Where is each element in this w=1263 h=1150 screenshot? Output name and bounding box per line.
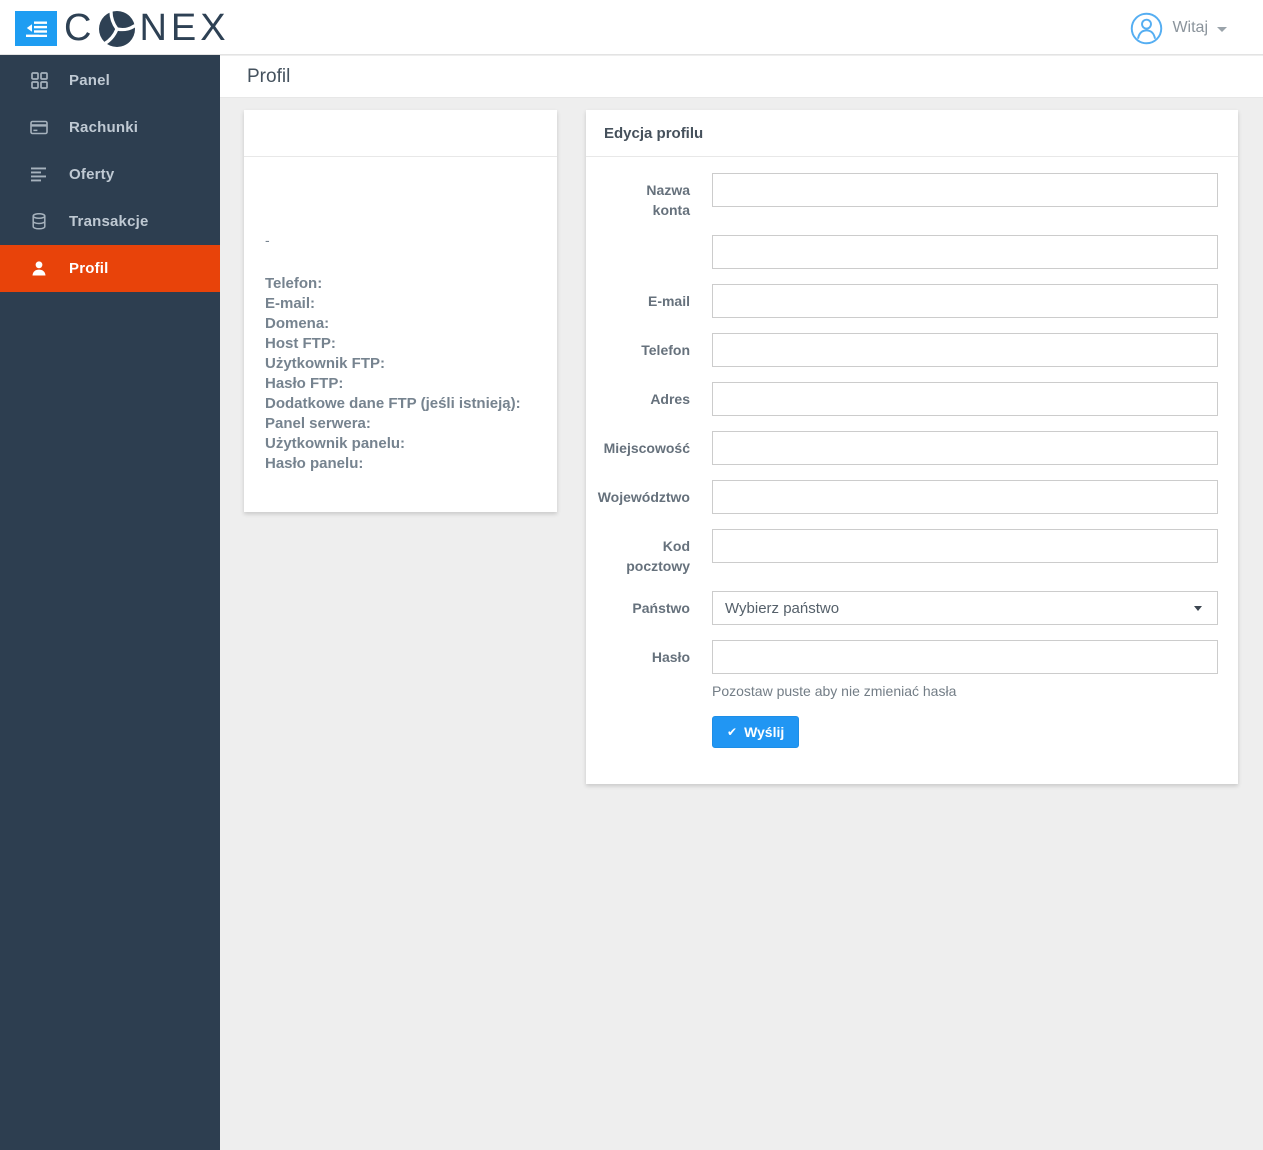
info-label-haslo-ftp: Hasło FTP: bbox=[265, 375, 344, 392]
password-help-text: Pozostaw puste aby nie zmieniać hasła bbox=[712, 683, 957, 699]
user-menu[interactable]: Witaj bbox=[1130, 8, 1227, 48]
page-title: Profil bbox=[247, 65, 291, 87]
submit-button-label: Wyślij bbox=[744, 724, 785, 740]
chevron-down-icon bbox=[1217, 26, 1227, 32]
main-content: - Telefon: E-mail: Domena: Host FTP: Uży… bbox=[220, 98, 1263, 1150]
sidebar-item-panel[interactable]: Panel bbox=[0, 57, 220, 104]
sidebar-item-label: Panel bbox=[69, 72, 111, 89]
info-label-domena: Domena: bbox=[265, 315, 330, 332]
sidebar-item-label: Transakcje bbox=[69, 213, 149, 230]
database-icon bbox=[30, 213, 48, 230]
postal-code-input[interactable] bbox=[712, 529, 1218, 563]
field-label: Hasło bbox=[651, 649, 690, 665]
list-icon bbox=[30, 167, 48, 182]
sidebar: Panel Rachunki Oferty Transakcje Profil bbox=[0, 55, 220, 1150]
account-name-placeholder: - bbox=[265, 232, 270, 248]
field-label: Województwo bbox=[597, 489, 690, 505]
field-label: Państwo bbox=[632, 600, 690, 616]
field-label: E-mail bbox=[647, 293, 690, 309]
info-label-telefon: Telefon: bbox=[265, 275, 323, 292]
brand-logo: C NEX bbox=[64, 4, 230, 52]
sidebar-collapse-icon bbox=[25, 21, 47, 37]
info-label-uzytkownik-panelu: Użytkownik panelu: bbox=[265, 435, 406, 452]
profile-info-card-header bbox=[244, 110, 557, 157]
field-label: Adres bbox=[650, 391, 690, 407]
info-label-panel-serwera: Panel serwera: bbox=[265, 415, 371, 432]
brand-text-suffix: NEX bbox=[139, 6, 230, 49]
account-name-input[interactable] bbox=[712, 173, 1218, 207]
info-label-uzytkownik-ftp: Użytkownik FTP: bbox=[265, 355, 386, 372]
sidebar-item-profil[interactable]: Profil bbox=[0, 245, 220, 292]
sidebar-item-transakcje[interactable]: Transakcje bbox=[0, 198, 220, 245]
info-label-dodatkowe-dane-ftp: Dodatkowe dane FTP (jeśli istnieją): bbox=[265, 395, 521, 412]
app-root: C NEX Witaj Panel Rachunki Oferty Transa… bbox=[0, 0, 1263, 1150]
form-row-panstwo: Państwo Wybierz państwo bbox=[586, 591, 1218, 625]
user-icon bbox=[30, 261, 48, 276]
field-label: Telefon bbox=[641, 342, 690, 358]
submit-button[interactable]: ✔ Wyślij bbox=[712, 716, 800, 748]
profile-info-spacer bbox=[265, 177, 537, 232]
profile-info-gap bbox=[265, 252, 537, 274]
info-label-host-ftp: Host FTP: bbox=[265, 335, 336, 352]
page-title-bar: Profil bbox=[220, 56, 1263, 98]
field-label: Miejscowość bbox=[603, 440, 690, 456]
unlabeled-input[interactable] bbox=[712, 235, 1218, 269]
profile-info-card-body: - Telefon: E-mail: Domena: Host FTP: Uży… bbox=[244, 157, 557, 474]
check-icon: ✔ bbox=[727, 725, 738, 739]
profile-edit-card-header: Edycja profilu bbox=[586, 110, 1238, 157]
province-input[interactable] bbox=[712, 480, 1218, 514]
address-input[interactable] bbox=[712, 382, 1218, 416]
sidebar-item-oferty[interactable]: Oferty bbox=[0, 151, 220, 198]
form-row-kod-pocztowy: Kod pocztowy bbox=[586, 529, 1218, 576]
sidebar-item-label: Profil bbox=[69, 260, 109, 277]
brand-o-mark-icon bbox=[97, 9, 137, 49]
form-row-unlabeled bbox=[586, 235, 1218, 269]
form-row-wojewodztwo: Województwo bbox=[586, 480, 1218, 514]
form-row-telefon: Telefon bbox=[586, 333, 1218, 367]
profile-info-card: - Telefon: E-mail: Domena: Host FTP: Uży… bbox=[244, 110, 557, 512]
form-row-haslo: Hasło Pozostaw puste aby nie zmieniać ha… bbox=[586, 640, 1218, 701]
country-select[interactable]: Wybierz państwo bbox=[712, 591, 1218, 625]
avatar-icon bbox=[1130, 12, 1163, 45]
field-label bbox=[586, 235, 690, 269]
email-input[interactable] bbox=[712, 284, 1218, 318]
top-header: C NEX Witaj bbox=[0, 0, 1263, 55]
phone-input[interactable] bbox=[712, 333, 1218, 367]
profile-edit-form: Nazwa konta E-mail Telefon Adres Miejsco… bbox=[586, 157, 1238, 784]
sidebar-toggle-button[interactable] bbox=[15, 11, 57, 46]
edit-card-title: Edycja profilu bbox=[604, 124, 704, 142]
field-label: Nazwa konta bbox=[646, 182, 690, 218]
brand-text-prefix: C bbox=[64, 6, 96, 49]
city-input[interactable] bbox=[712, 431, 1218, 465]
password-input[interactable] bbox=[712, 640, 1218, 674]
select-caret-icon bbox=[1194, 605, 1202, 611]
field-label: Kod pocztowy bbox=[626, 538, 690, 574]
profile-edit-card: Edycja profilu Nazwa konta E-mail Telefo… bbox=[586, 110, 1238, 784]
greeting-label: Witaj bbox=[1172, 19, 1208, 36]
sidebar-item-label: Oferty bbox=[69, 166, 115, 183]
form-row-nazwa-konta: Nazwa konta bbox=[586, 173, 1218, 220]
form-row-email: E-mail bbox=[586, 284, 1218, 318]
country-select-value: Wybierz państwo bbox=[725, 599, 840, 617]
form-row-miejscowosc: Miejscowość bbox=[586, 431, 1218, 465]
form-actions: ✔ Wyślij bbox=[712, 716, 1218, 748]
info-label-haslo-panelu: Hasło panelu: bbox=[265, 455, 364, 472]
grid-icon bbox=[30, 72, 48, 89]
sidebar-item-rachunki[interactable]: Rachunki bbox=[0, 104, 220, 151]
info-label-email: E-mail: bbox=[265, 295, 316, 312]
sidebar-item-label: Rachunki bbox=[69, 119, 139, 136]
form-row-adres: Adres bbox=[586, 382, 1218, 416]
credit-card-icon bbox=[30, 120, 48, 135]
